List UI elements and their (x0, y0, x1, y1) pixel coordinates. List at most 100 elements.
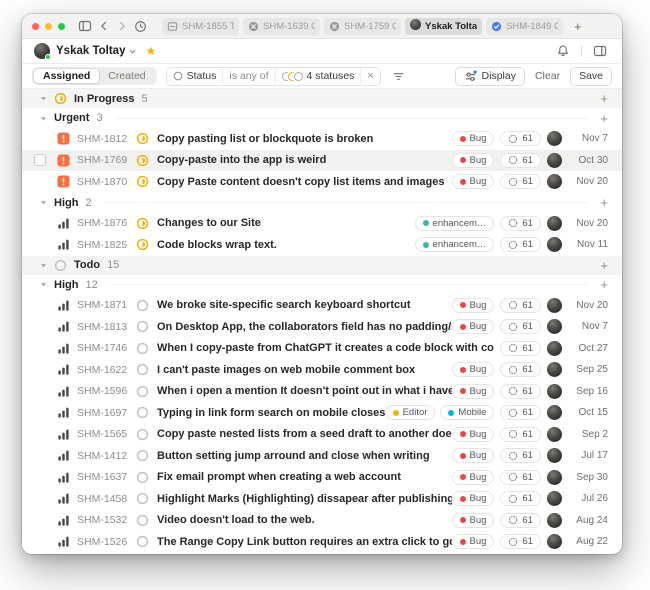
issue-row[interactable]: SHM-1637 Fix email prompt when creating … (22, 467, 622, 489)
label-pill[interactable]: Bug (452, 448, 495, 463)
cycle-pill[interactable]: 61 (500, 384, 541, 399)
label-pill[interactable]: enhancem… (415, 216, 495, 231)
assignee-avatar[interactable] (547, 534, 562, 549)
back-icon[interactable] (98, 20, 110, 32)
add-issue-button[interactable]: + (600, 259, 608, 272)
label-pill[interactable]: Bug (452, 131, 495, 146)
add-issue-button[interactable]: + (600, 196, 608, 209)
assignee-avatar[interactable] (547, 470, 562, 485)
cycle-pill[interactable]: 61 (500, 513, 541, 528)
assignee-avatar[interactable] (547, 491, 562, 506)
add-issue-button[interactable]: + (600, 112, 608, 125)
assignee-avatar[interactable] (547, 448, 562, 463)
issue-row[interactable]: SHM-1622 I can't paste images on web mob… (22, 359, 622, 381)
priority-group-header[interactable]: High 12 + (22, 275, 622, 295)
label-pill[interactable]: Bug (452, 470, 495, 485)
priority-group-header[interactable]: Urgent 3 + (22, 108, 622, 128)
label-pill[interactable]: Mobile (440, 405, 494, 420)
row-checkbox[interactable] (34, 154, 46, 166)
tab-1[interactable]: SHM-1855 The top (162, 18, 239, 35)
status-todo-icon[interactable] (136, 320, 149, 333)
label-pill[interactable]: Bug (452, 491, 495, 506)
tab-2[interactable]: SHM-1639 Copy Pa (243, 18, 320, 35)
save-button[interactable]: Save (570, 67, 612, 86)
assignee-avatar[interactable] (547, 174, 562, 189)
tab-4-active[interactable]: Yskak Toltay › Assi (405, 18, 482, 35)
disclosure-triangle-icon[interactable] (40, 281, 47, 288)
status-todo-icon[interactable] (136, 342, 149, 355)
tab-5[interactable]: SHM-1849 Contact (486, 18, 563, 35)
issue-row[interactable]: SHM-1526 The Range Copy Link button requ… (22, 531, 622, 553)
issue-row[interactable]: SHM-1596 When i open a mention It doesn'… (22, 381, 622, 403)
status-todo-icon[interactable] (136, 514, 149, 527)
status-in-progress-icon[interactable] (136, 175, 149, 188)
cycle-pill[interactable]: 61 (500, 427, 541, 442)
status-todo-icon[interactable] (136, 428, 149, 441)
status-todo-icon[interactable] (136, 471, 149, 484)
label-pill[interactable]: enhancem… (415, 237, 495, 252)
segment-created[interactable]: Created (99, 69, 154, 83)
cycle-pill[interactable]: 61 (500, 470, 541, 485)
filter-field[interactable]: Status (167, 68, 223, 85)
close-window-button[interactable] (32, 23, 39, 30)
disclosure-triangle-icon[interactable] (40, 115, 47, 122)
label-pill[interactable]: Editor (385, 405, 436, 420)
forward-icon[interactable] (116, 20, 128, 32)
cycle-pill[interactable]: 61 (500, 319, 541, 334)
cycle-pill[interactable]: 61 (500, 153, 541, 168)
cycle-pill[interactable]: 61 (500, 341, 541, 356)
label-pill[interactable]: Bug (452, 534, 495, 549)
label-pill[interactable]: Bug (452, 513, 495, 528)
issue-row[interactable]: SHM-1825 Code blocks wrap text. enhancem… (22, 234, 622, 256)
cycle-pill[interactable]: 61 (500, 216, 541, 231)
favorite-star-icon[interactable]: ★ (145, 45, 156, 57)
assignee-avatar[interactable] (547, 405, 562, 420)
status-group-header[interactable]: Todo 15 + (22, 256, 622, 275)
assignee-avatar[interactable] (547, 237, 562, 252)
issue-row[interactable]: SHM-1565 Copy paste nested lists from a … (22, 424, 622, 446)
notifications-bell-icon[interactable] (556, 44, 570, 58)
status-todo-icon[interactable] (136, 406, 149, 419)
add-filter-icon[interactable] (392, 70, 405, 83)
cycle-pill[interactable]: 61 (500, 448, 541, 463)
user-avatar[interactable] (34, 43, 50, 59)
add-issue-button[interactable]: + (600, 92, 608, 105)
issue-row[interactable]: SHM-1769 Copy-paste into the app is weir… (22, 150, 622, 172)
status-in-progress-icon[interactable] (136, 217, 149, 230)
zoom-window-button[interactable] (58, 23, 65, 30)
assignee-avatar[interactable] (547, 427, 562, 442)
label-pill[interactable]: Bug (452, 153, 495, 168)
priority-group-header[interactable]: High 2 + (22, 193, 622, 213)
add-issue-button[interactable]: + (600, 278, 608, 291)
status-in-progress-icon[interactable] (136, 132, 149, 145)
new-tab-button[interactable]: + (571, 20, 585, 33)
minimize-window-button[interactable] (45, 23, 52, 30)
status-in-progress-icon[interactable] (136, 154, 149, 167)
cycle-pill[interactable]: 61 (500, 362, 541, 377)
assignee-avatar[interactable] (547, 384, 562, 399)
view-title[interactable]: Yskak Toltay (56, 45, 125, 57)
cycle-pill[interactable]: 61 (500, 237, 541, 252)
issue-row[interactable]: SHM-1697 Typing in link form search on m… (22, 402, 622, 424)
assignee-avatar[interactable] (547, 216, 562, 231)
segment-assigned[interactable]: Assigned (34, 69, 99, 83)
issue-row[interactable]: SHM-1532 Video doesn't load to the web. … (22, 510, 622, 532)
issue-row[interactable]: SHM-1870 Copy Paste content doesn't copy… (22, 171, 622, 193)
issue-row[interactable]: SHM-1871 We broke site-specific search k… (22, 295, 622, 317)
status-todo-icon[interactable] (136, 492, 149, 505)
label-pill[interactable]: Bug (452, 319, 495, 334)
issue-row[interactable]: SHM-1412 Button setting jump arround and… (22, 445, 622, 467)
issue-row[interactable]: SHM-1746 When I copy-paste from ChatGPT … (22, 338, 622, 360)
issue-row[interactable]: SHM-1876 Changes to our Site enhancem… 6… (22, 213, 622, 235)
assignee-avatar[interactable] (547, 362, 562, 377)
assignee-avatar[interactable] (547, 341, 562, 356)
label-pill[interactable]: Bug (452, 174, 495, 189)
disclosure-triangle-icon[interactable] (40, 262, 47, 269)
label-pill[interactable]: Bug (452, 427, 495, 442)
cycle-pill[interactable]: 61 (500, 405, 541, 420)
status-in-progress-icon[interactable] (136, 238, 149, 251)
history-icon[interactable] (134, 20, 147, 33)
status-todo-icon[interactable] (136, 449, 149, 462)
remove-filter-button[interactable]: × (360, 68, 379, 85)
status-todo-icon[interactable] (136, 299, 149, 312)
